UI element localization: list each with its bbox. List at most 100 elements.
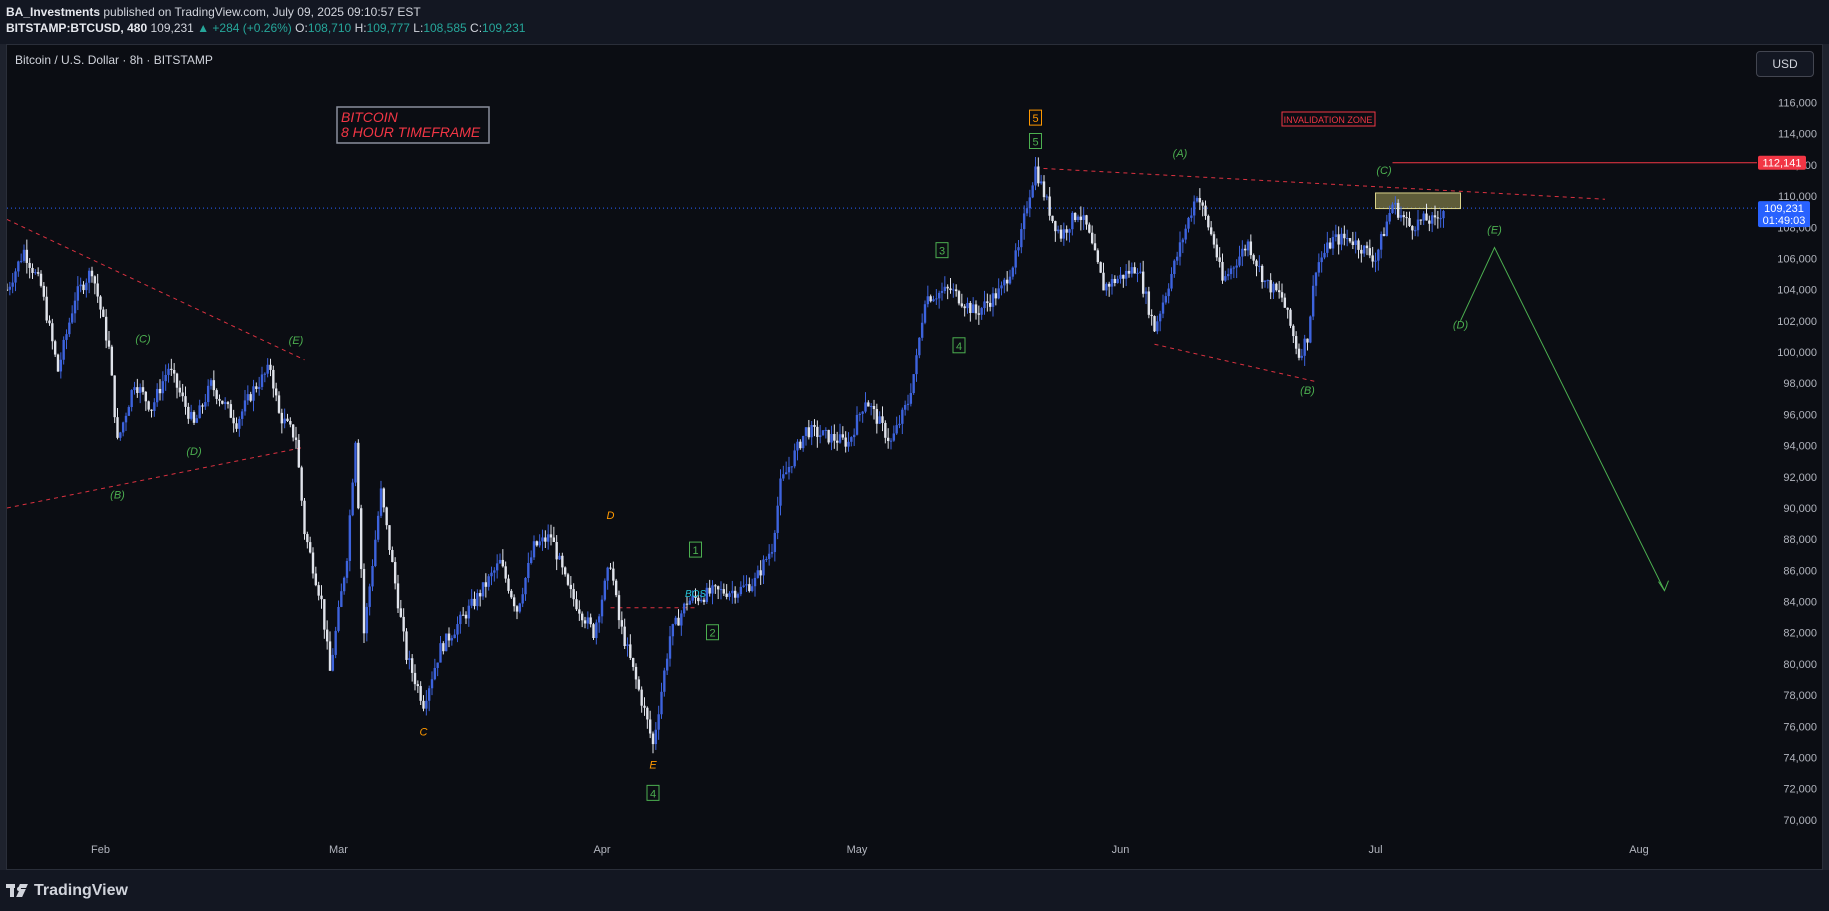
chart-title: Bitcoin / U.S. Dollar · 8h · BITSTAMP [15,53,213,67]
candle-body [1088,224,1091,233]
candle-body [1107,283,1111,287]
candle-body [11,282,14,287]
wave-box-number: 4 [650,788,656,800]
candle-body [991,293,995,307]
candle-body [575,599,578,610]
candle-body [799,441,802,449]
candle-body [1110,278,1114,287]
wave-label: (C) [135,334,151,346]
candle-body [1345,238,1349,240]
candle-body [748,584,751,592]
candle-body [212,380,216,391]
currency-button[interactable]: USD [1756,51,1814,77]
candle-body [93,276,97,284]
candle-body [940,290,944,293]
candle-body [470,598,473,606]
candle-body [280,412,284,424]
candle-body [1317,262,1321,273]
candle-body [971,304,975,314]
candle-body [529,557,533,563]
candle-body [308,542,312,553]
candle-body [909,393,913,404]
candle-body [569,584,573,590]
candle-body [1382,234,1386,236]
candle-body [1045,196,1049,198]
candle-body [495,563,499,571]
candle-body [39,273,43,286]
candle-body [141,387,145,392]
candle-body [391,550,394,563]
y-tick-label: 102,000 [1777,316,1817,328]
wave-label: (B) [1300,385,1315,397]
chart-pane[interactable]: 116,000114,000112,000110,000108,000106,0… [6,44,1823,870]
candle-body [1309,316,1312,343]
candle-body [405,631,408,660]
candle-body [473,598,476,607]
candle-body [807,427,811,438]
candle-body [966,302,969,309]
candle-body [28,262,31,268]
candle-body [121,422,125,433]
candle-body [340,591,343,607]
symbol-name[interactable]: BITSTAMP:BTCUSD, 480 [6,21,147,35]
candle-body [365,606,369,634]
candle-body [382,488,386,508]
x-tick-label: Jul [1368,844,1382,856]
candle-body [198,405,201,419]
candle-body [881,416,884,423]
candle-body [195,418,199,423]
candle-body [510,590,513,598]
candle-body [1008,276,1012,284]
last-price-text: 109,231 [1764,203,1804,215]
candle-body [1314,272,1318,286]
candle-body [504,566,507,579]
candle-body [396,583,400,609]
candle-body [1235,265,1238,268]
candle-body [1416,219,1420,231]
candle-body [323,599,326,630]
candle-body [1082,215,1085,220]
candle-body [294,437,298,440]
candle-body [524,578,527,595]
candle-body [291,424,295,438]
candle-body [399,608,403,617]
candle-body [1243,248,1247,251]
candle-body [623,626,626,647]
candle-body [711,585,714,594]
candle-body [56,354,60,372]
candle-body [1187,217,1190,229]
candle-body [920,322,924,338]
y-tick-label: 116,000 [1778,98,1817,110]
candle-body [753,577,757,587]
candle-body [688,600,692,605]
candle-body [1241,248,1244,257]
candle-body [779,478,782,506]
time-axis: Feb Mar Apr May Jun Jul Aug [91,844,1649,856]
wave-label: C [420,727,428,739]
candle-body [85,282,88,291]
candle-body [796,441,799,451]
candle-body [1164,296,1168,303]
low-label: L: [413,21,424,35]
y-tick-label: 78,000 [1783,690,1817,702]
candle-body [1433,215,1437,218]
candle-body [371,565,374,587]
wave-label: (A) [1173,148,1188,160]
candle-body [1218,257,1221,262]
price-chart[interactable]: 116,000114,000112,000110,000108,000106,0… [7,45,1822,869]
candle-body [331,654,335,671]
candle-body [1113,278,1117,284]
candle-body [181,392,184,397]
candle-body [674,617,677,625]
y-tick-label: 76,000 [1783,721,1817,733]
candle-body [1266,280,1270,282]
candle-body [983,301,986,309]
wave-box: 3 [935,242,949,259]
candle-body [422,700,425,709]
author-name[interactable]: BA_Investments [6,5,100,19]
tradingview-logo[interactable]: TradingView [6,882,128,900]
candle-body [544,537,547,542]
tradingview-brand: TradingView [34,882,128,899]
candle-body [546,534,550,542]
candle-body [311,552,315,574]
